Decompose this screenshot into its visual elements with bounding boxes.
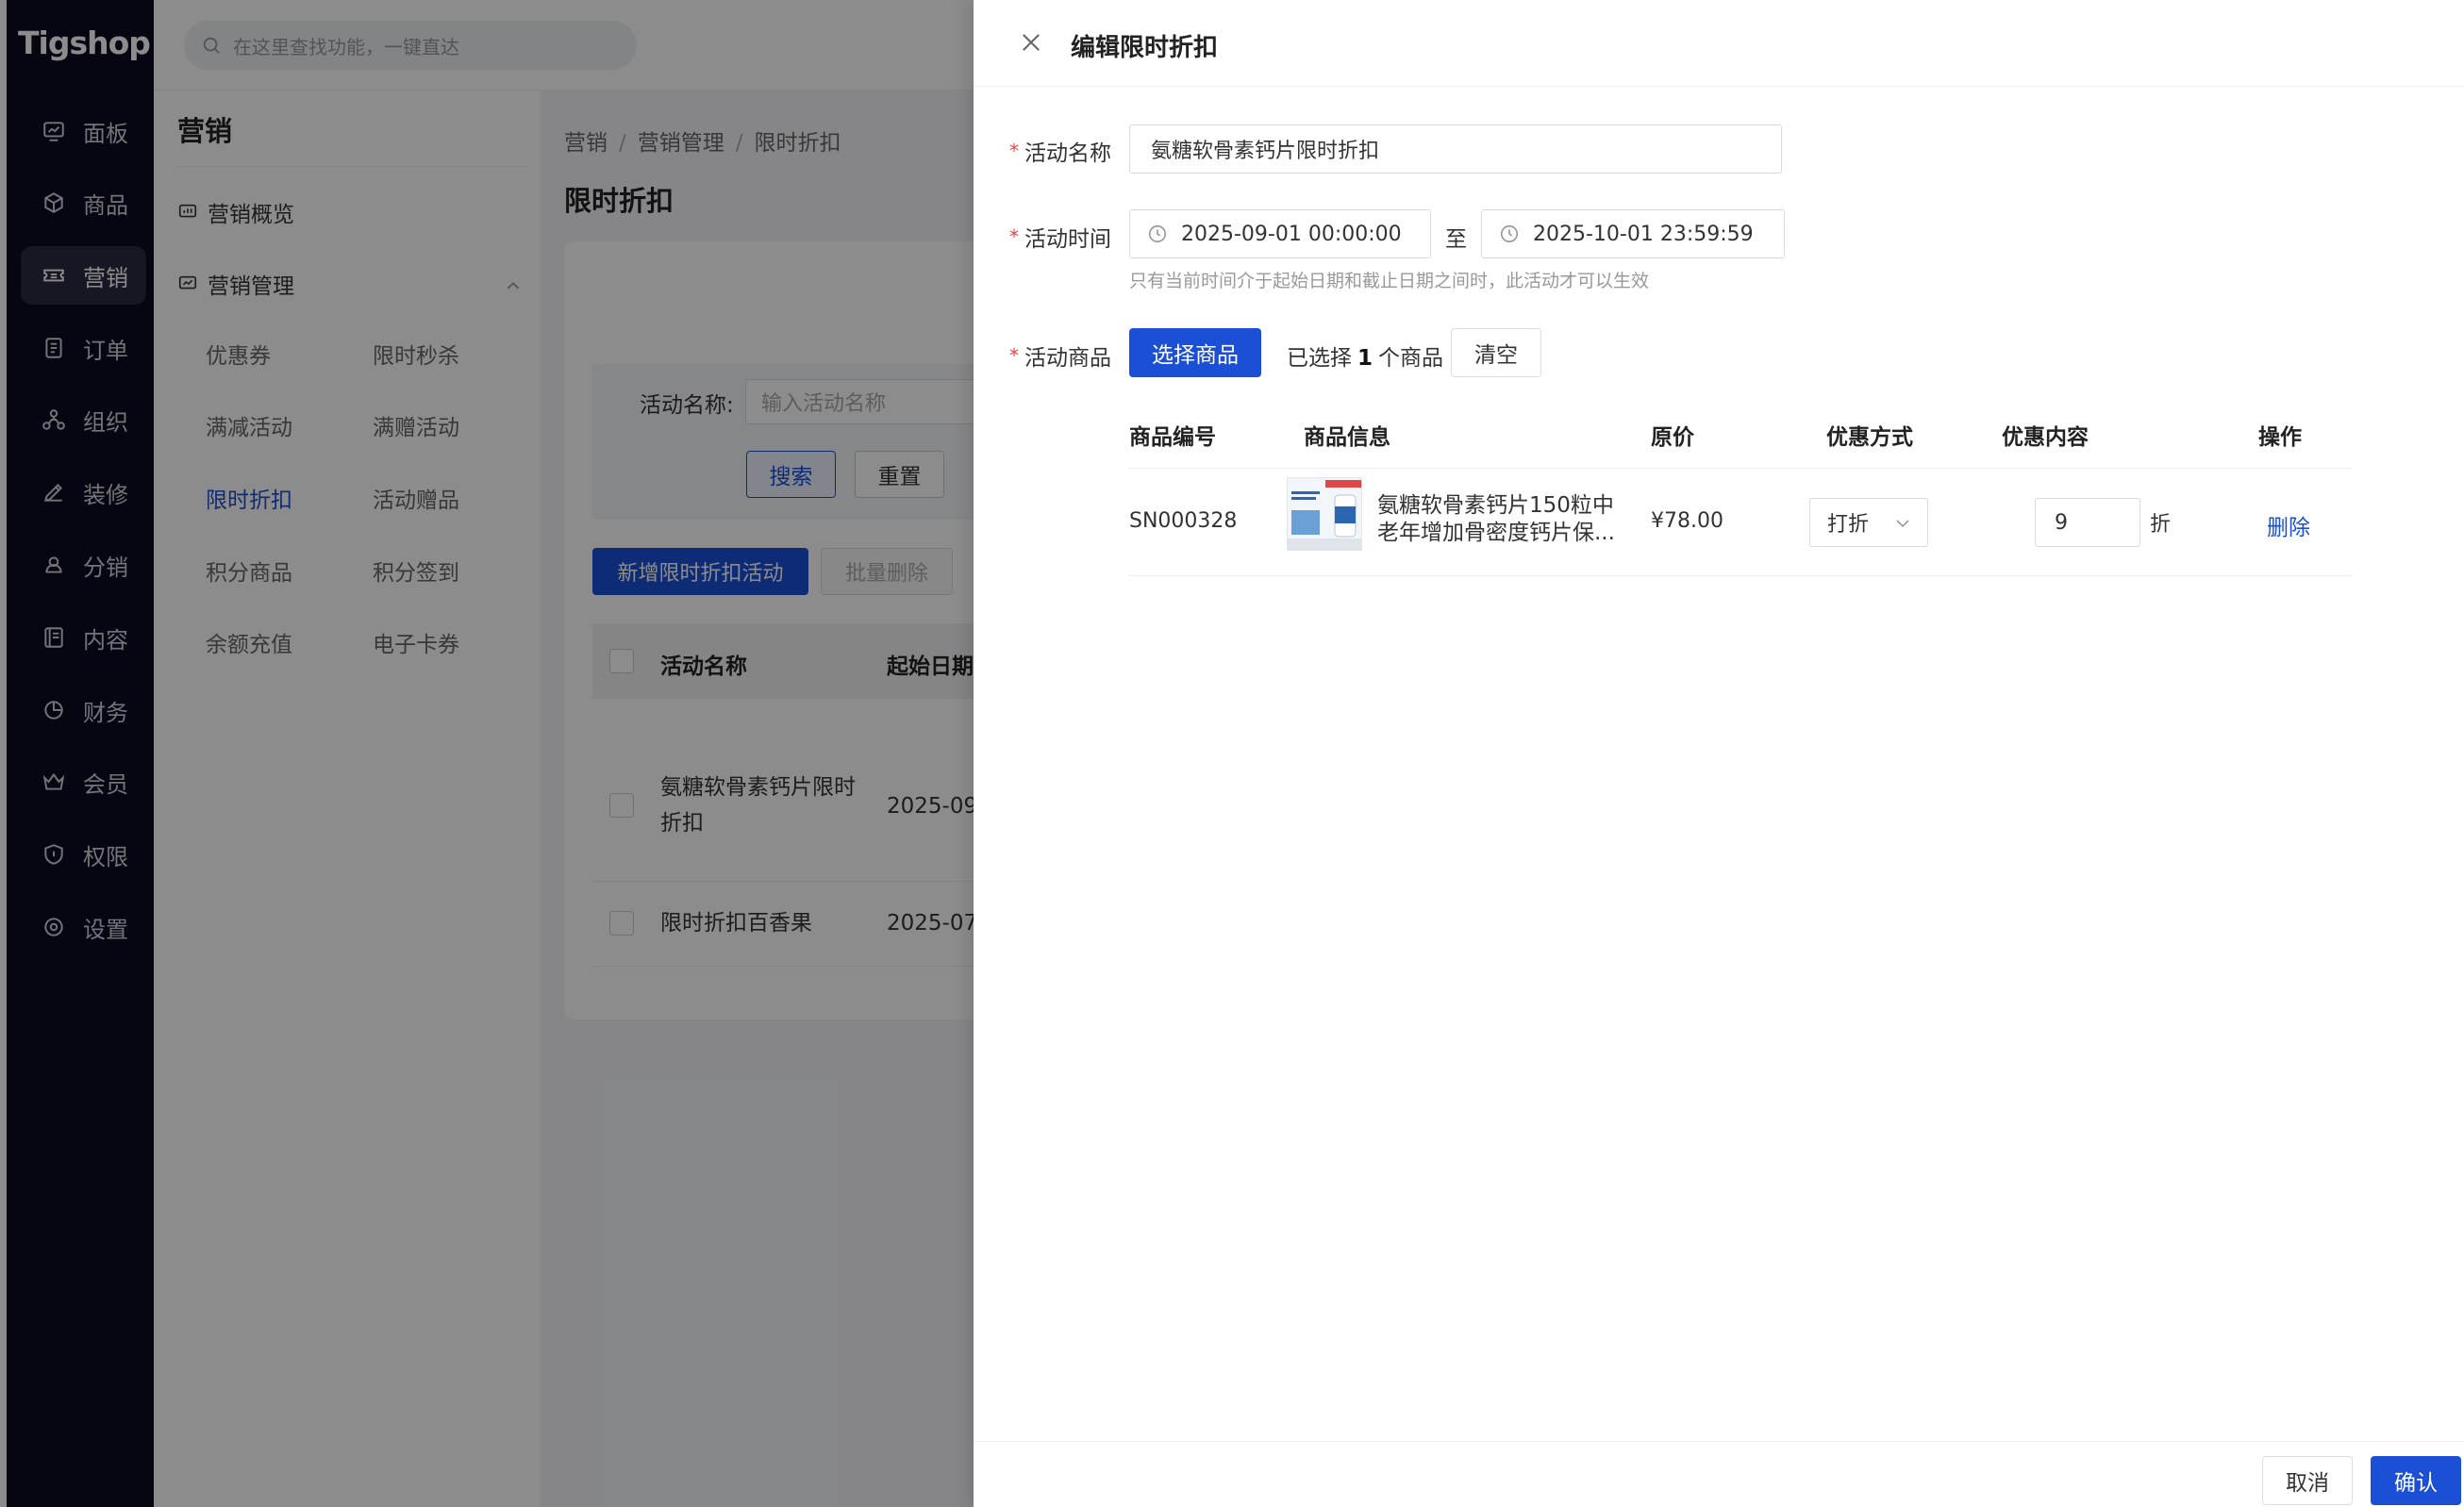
select-goods-button[interactable]: 选择商品 [1129, 328, 1261, 377]
clear-button[interactable]: 清空 [1451, 328, 1541, 377]
cancel-button[interactable]: 取消 [2262, 1456, 2353, 1505]
start-time-input[interactable]: 2025-09-01 00:00:00 [1129, 209, 1431, 258]
chevron-down-icon [1896, 520, 1909, 528]
activity-goods-label: * 活动商品 [1009, 339, 1111, 372]
column-header: 商品编号 [1129, 425, 1216, 450]
column-header: 优惠内容 [2002, 425, 2089, 450]
column-header: 优惠方式 [1826, 425, 1913, 450]
activity-name-label: * 活动名称 [1009, 135, 1111, 167]
activity-name-input[interactable]: 氨糖软骨素钙片限时折扣 [1129, 124, 1782, 174]
clock-icon [1148, 224, 1167, 243]
column-header: 操作 [2258, 425, 2302, 450]
delete-product-link[interactable]: 删除 [2267, 509, 2310, 541]
drawer-footer: 取消 确认 [974, 1441, 2464, 1507]
product-price: ¥78.00 [1651, 509, 1723, 533]
confirm-button[interactable]: 确认 [2371, 1456, 2461, 1505]
start-time-value: 2025-09-01 00:00:00 [1181, 222, 1402, 246]
modal-overlay[interactable] [0, 0, 974, 1507]
discount-value-input[interactable]: 9 [2035, 498, 2140, 547]
drawer-header: 编辑限时折扣 [974, 0, 2464, 87]
selected-count: 1 [1357, 346, 1374, 371]
column-header: 原价 [1651, 425, 1694, 450]
discount-unit: 折 [2150, 513, 2172, 537]
label-text: 活动商品 [1024, 346, 1111, 371]
activity-time-label: * 活动时间 [1009, 221, 1111, 253]
selected-count-text: 已选择 1 个商品 [1287, 339, 1443, 372]
range-separator: 至 [1445, 227, 1467, 252]
selected-suffix: 个商品 [1378, 346, 1444, 371]
product-sn: SN000328 [1129, 509, 1238, 533]
close-icon[interactable] [1018, 29, 1044, 56]
label-text: 活动名称 [1024, 141, 1111, 166]
required-mark: * [1009, 140, 1019, 162]
end-time-value: 2025-10-01 23:59:59 [1533, 222, 1754, 246]
end-time-input[interactable]: 2025-10-01 23:59:59 [1481, 209, 1785, 258]
drawer-title: 编辑限时折扣 [1071, 34, 1219, 62]
edit-discount-drawer: 编辑限时折扣 * 活动名称 氨糖软骨素钙片限时折扣 * 活动时间 2025-09… [974, 0, 2464, 1507]
clock-icon [1500, 224, 1519, 243]
product-name[interactable]: 氨糖软骨素钙片150粒中老年增加骨密度钙片保... [1377, 492, 1623, 547]
label-text: 活动时间 [1024, 227, 1111, 252]
required-mark: * [1009, 344, 1019, 367]
app-root: Tigshop 面板 商品 营销 订单 组织 装修 分销 内容 财务 会员 权限… [0, 0, 2464, 1507]
discount-type-select[interactable]: 打折 [1809, 498, 1928, 547]
product-thumbnail [1287, 477, 1362, 551]
column-header: 商品信息 [1304, 425, 1390, 450]
row-divider [1129, 575, 2352, 576]
discount-type-value: 打折 [1827, 513, 1870, 537]
required-mark: * [1009, 225, 1019, 248]
header-divider [1129, 468, 2352, 469]
time-hint: 只有当前时间介于起始日期和截止日期之间时，此活动才可以生效 [1129, 271, 1650, 291]
selected-prefix: 已选择 [1287, 346, 1352, 371]
